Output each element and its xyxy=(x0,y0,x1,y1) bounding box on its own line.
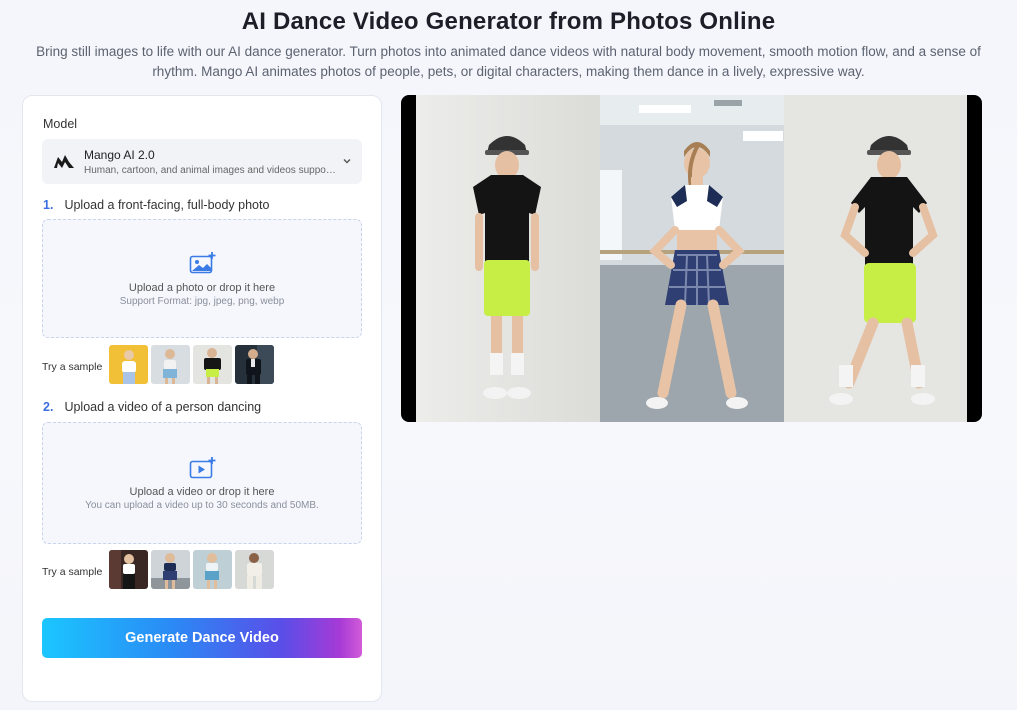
sample-video-1[interactable] xyxy=(109,550,148,589)
preview-image xyxy=(416,95,967,422)
model-select[interactable]: Mango AI 2.0 Human, cartoon, and animal … xyxy=(42,139,362,184)
sample-photo-2[interactable] xyxy=(151,345,190,384)
generate-dance-video-button[interactable]: Generate Dance Video xyxy=(42,618,362,658)
video-drop-title: Upload a video or drop it here xyxy=(129,486,275,498)
preview-video[interactable] xyxy=(401,95,982,422)
step-2-text: Upload a video of a person dancing xyxy=(64,400,262,414)
photo-drop-title: Upload a photo or drop it here xyxy=(128,282,276,294)
step-1-number: 1. xyxy=(43,198,54,212)
mango-logo-icon xyxy=(54,155,74,168)
page-subtitle: Bring still images to life with our AI d… xyxy=(36,44,981,79)
page-title: AI Dance Video Generator from Photos Onl… xyxy=(241,8,776,35)
model-description: Human, cartoon, and animal images and vi… xyxy=(84,165,336,176)
video-upload-icon xyxy=(189,457,216,479)
sample-video-2[interactable] xyxy=(151,550,190,589)
chevron-down-icon xyxy=(343,159,351,164)
sample-photo-1[interactable] xyxy=(109,345,148,384)
step-2-label: 2. Upload a video of a person dancing xyxy=(43,400,261,414)
photo-drop-hint: Support Format: jpg, jpeg, png, webp xyxy=(119,296,285,307)
sample-photo-3[interactable] xyxy=(193,345,232,384)
sample-photo-4[interactable] xyxy=(235,345,274,384)
model-name: Mango AI 2.0 xyxy=(84,148,155,162)
sample-video-3[interactable] xyxy=(193,550,232,589)
model-label: Model xyxy=(43,117,78,131)
video-dropzone[interactable]: Upload a video or drop it here You can u… xyxy=(42,422,362,544)
sample-video-4[interactable] xyxy=(235,550,274,589)
step-2-number: 2. xyxy=(43,400,54,414)
step-1-text: Upload a front-facing, full-body photo xyxy=(64,198,270,212)
try-sample-photo-label: Try a sample xyxy=(42,361,103,373)
video-drop-hint: You can upload a video up to 30 seconds … xyxy=(85,500,319,511)
try-sample-video-label: Try a sample xyxy=(42,566,103,578)
photo-dropzone[interactable]: Upload a photo or drop it here Support F… xyxy=(42,219,362,338)
generator-panel: Model Mango AI 2.0 Human, cartoon, and a… xyxy=(22,95,382,702)
step-1-label: 1. Upload a front-facing, full-body photo xyxy=(43,198,269,212)
image-upload-icon xyxy=(189,252,216,274)
